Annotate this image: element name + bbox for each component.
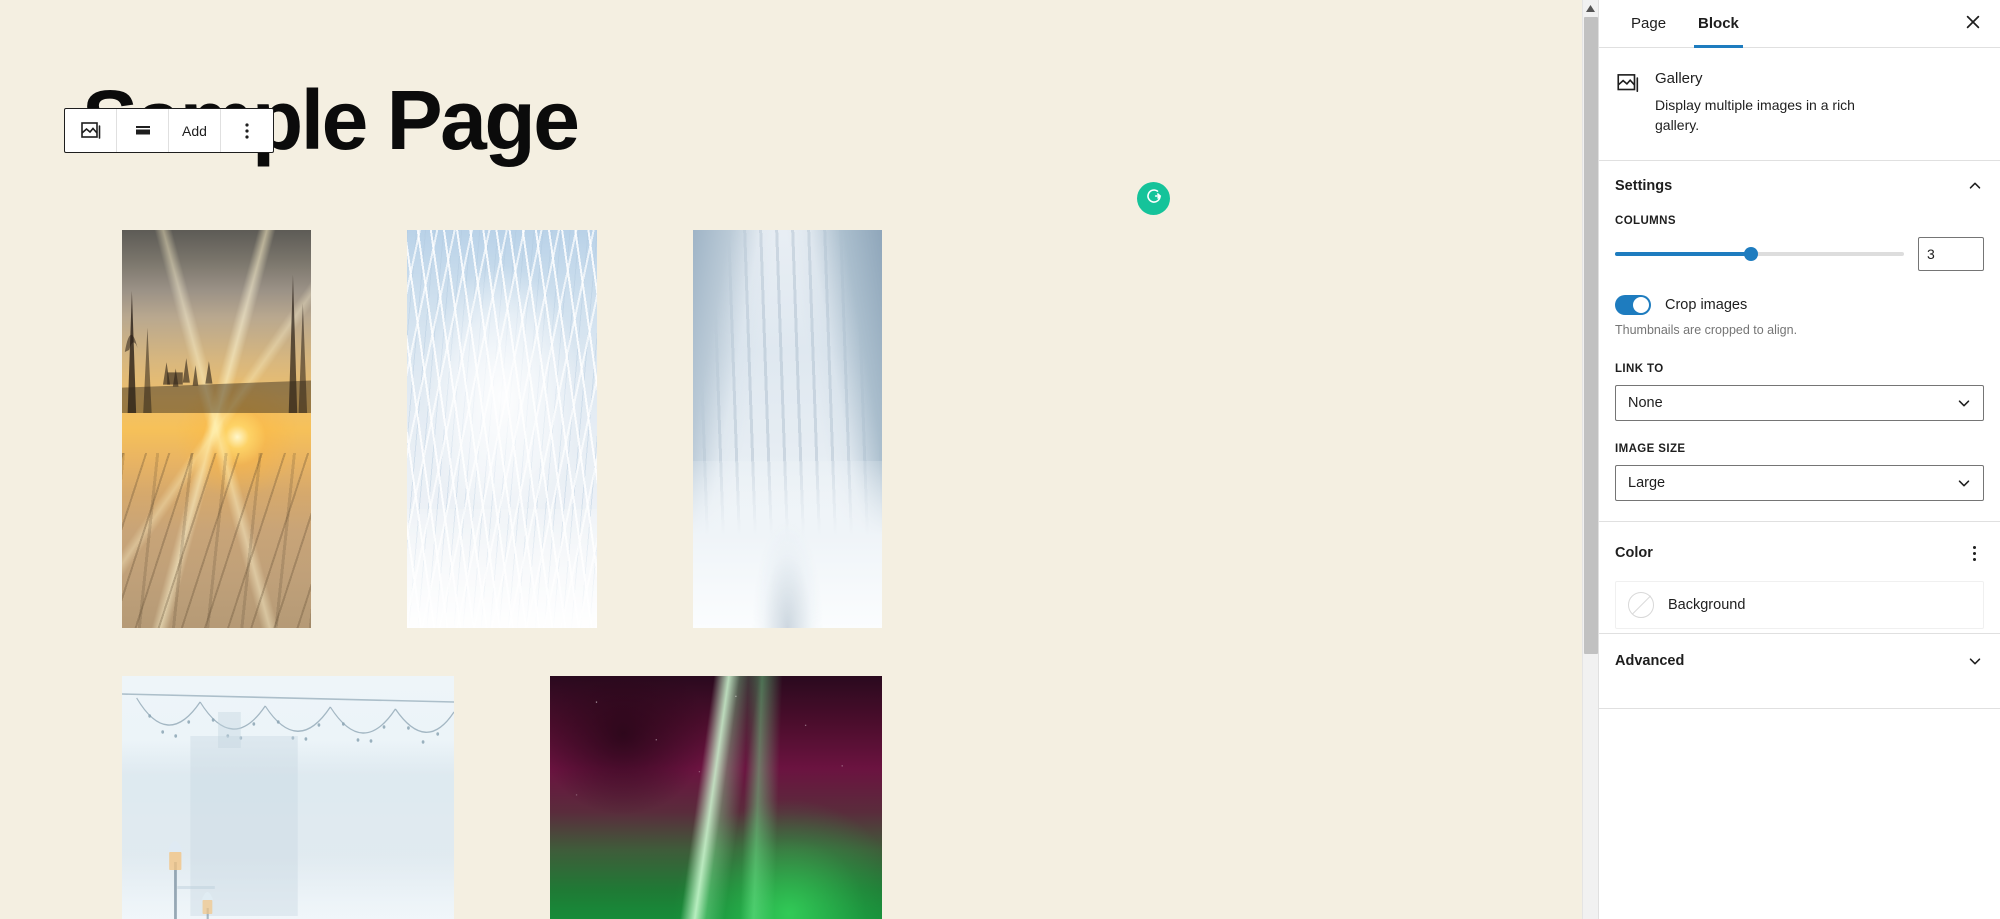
gallery-row bbox=[82, 214, 922, 644]
block-card-description: Display multiple images in a rich galler… bbox=[1655, 97, 1855, 134]
settings-panel: Settings COLUMNS Crop ima bbox=[1599, 161, 2000, 522]
settings-sidebar: Page Block Gallery Display multiple imag… bbox=[1598, 0, 2000, 919]
columns-slider-knob[interactable] bbox=[1743, 246, 1758, 261]
snowy-forest-path-image bbox=[692, 230, 882, 628]
crop-images-label: Crop images bbox=[1665, 296, 1748, 313]
grammarly-badge[interactable] bbox=[1137, 182, 1170, 215]
block-toolbar[interactable]: Add bbox=[64, 108, 274, 153]
gallery-icon bbox=[1615, 68, 1641, 136]
columns-number-input[interactable] bbox=[1918, 236, 1984, 271]
crop-images-toggle[interactable] bbox=[1615, 294, 1651, 315]
align-button[interactable] bbox=[117, 109, 169, 152]
columns-control bbox=[1615, 236, 1984, 271]
settings-panel-toggle[interactable]: Settings bbox=[1615, 161, 1984, 205]
gallery-icon bbox=[79, 119, 103, 143]
color-panel-header: Color bbox=[1615, 522, 1984, 581]
gallery-image-snowy-town-square-with-string-lights[interactable] bbox=[122, 676, 454, 919]
toggle-knob bbox=[1633, 296, 1649, 313]
tab-page[interactable]: Page bbox=[1615, 0, 1682, 47]
gallery-image-frost-covered-tree[interactable] bbox=[407, 230, 597, 628]
columns-slider[interactable] bbox=[1615, 246, 1904, 261]
kebab-icon bbox=[235, 119, 259, 143]
grammarly-icon bbox=[1144, 186, 1164, 211]
gallery-image-winter-sunset-over-frozen-lake[interactable] bbox=[122, 230, 312, 628]
chevron-up-icon bbox=[1966, 177, 1984, 195]
gallery-image-snowy-forest-path[interactable] bbox=[692, 230, 882, 628]
tree-silhouettes bbox=[122, 274, 312, 414]
block-card: Gallery Display multiple images in a ric… bbox=[1599, 48, 2000, 161]
winter-sunset-image bbox=[122, 230, 312, 628]
kebab-icon bbox=[1973, 545, 1976, 561]
frost-covered-tree-image bbox=[407, 230, 597, 628]
aurora-borealis-image bbox=[550, 676, 882, 919]
string-lights-graphic bbox=[122, 693, 454, 919]
snowy-town-square-image bbox=[122, 676, 454, 919]
more-options-button[interactable] bbox=[221, 109, 273, 152]
settings-panel-title: Settings bbox=[1615, 177, 1673, 194]
gallery-block[interactable] bbox=[82, 214, 922, 919]
chevron-down-icon bbox=[1955, 474, 1973, 492]
no-color-swatch-icon bbox=[1628, 591, 1654, 618]
color-options-button[interactable] bbox=[1965, 540, 1984, 567]
advanced-panel: Advanced bbox=[1599, 634, 2000, 709]
color-item-label: Background bbox=[1668, 596, 1746, 613]
close-settings-button[interactable] bbox=[1954, 5, 1992, 43]
tab-block[interactable]: Block bbox=[1682, 0, 1755, 48]
crop-images-control: Crop images bbox=[1615, 294, 1984, 315]
sidebar-header: Page Block bbox=[1599, 0, 2000, 48]
scrollbar-thumb[interactable] bbox=[1584, 17, 1598, 654]
advanced-panel-title: Advanced bbox=[1615, 652, 1685, 669]
block-card-title: Gallery bbox=[1655, 70, 1703, 87]
chevron-down-icon bbox=[1955, 394, 1973, 412]
close-icon bbox=[1964, 13, 1982, 34]
image-size-label: IMAGE SIZE bbox=[1615, 442, 1686, 455]
columns-label: COLUMNS bbox=[1615, 214, 1676, 227]
columns-slider-fill bbox=[1615, 251, 1751, 256]
gallery-image-aurora-borealis[interactable] bbox=[550, 676, 882, 919]
align-icon bbox=[131, 119, 155, 143]
gallery-row bbox=[82, 660, 922, 919]
block-editor-app: Sample Page Add Page Block Gallery Displ… bbox=[0, 0, 2000, 919]
gallery-block-type-icon-button[interactable] bbox=[65, 109, 117, 152]
crop-images-help: Thumbnails are cropped to align. bbox=[1615, 322, 1798, 337]
advanced-panel-toggle[interactable]: Advanced bbox=[1615, 634, 1984, 688]
color-panel-title: Color bbox=[1615, 545, 1653, 562]
lamppost-left bbox=[167, 841, 184, 919]
color-item-background[interactable]: Background bbox=[1615, 580, 1984, 629]
canvas-scrollbar[interactable] bbox=[1582, 0, 1598, 919]
editor-canvas[interactable]: Sample Page Add bbox=[0, 0, 1598, 919]
link-to-value: None bbox=[1628, 394, 1663, 411]
add-button[interactable]: Add bbox=[169, 109, 221, 152]
link-to-label: LINK TO bbox=[1615, 362, 1664, 375]
scroll-up-arrow-icon[interactable] bbox=[1583, 0, 1598, 16]
chevron-down-icon bbox=[1966, 652, 1984, 670]
color-panel: Color Background bbox=[1599, 522, 2000, 634]
image-size-select[interactable]: Large bbox=[1615, 464, 1984, 501]
image-size-value: Large bbox=[1628, 474, 1666, 491]
link-to-select[interactable]: None bbox=[1615, 384, 1984, 421]
